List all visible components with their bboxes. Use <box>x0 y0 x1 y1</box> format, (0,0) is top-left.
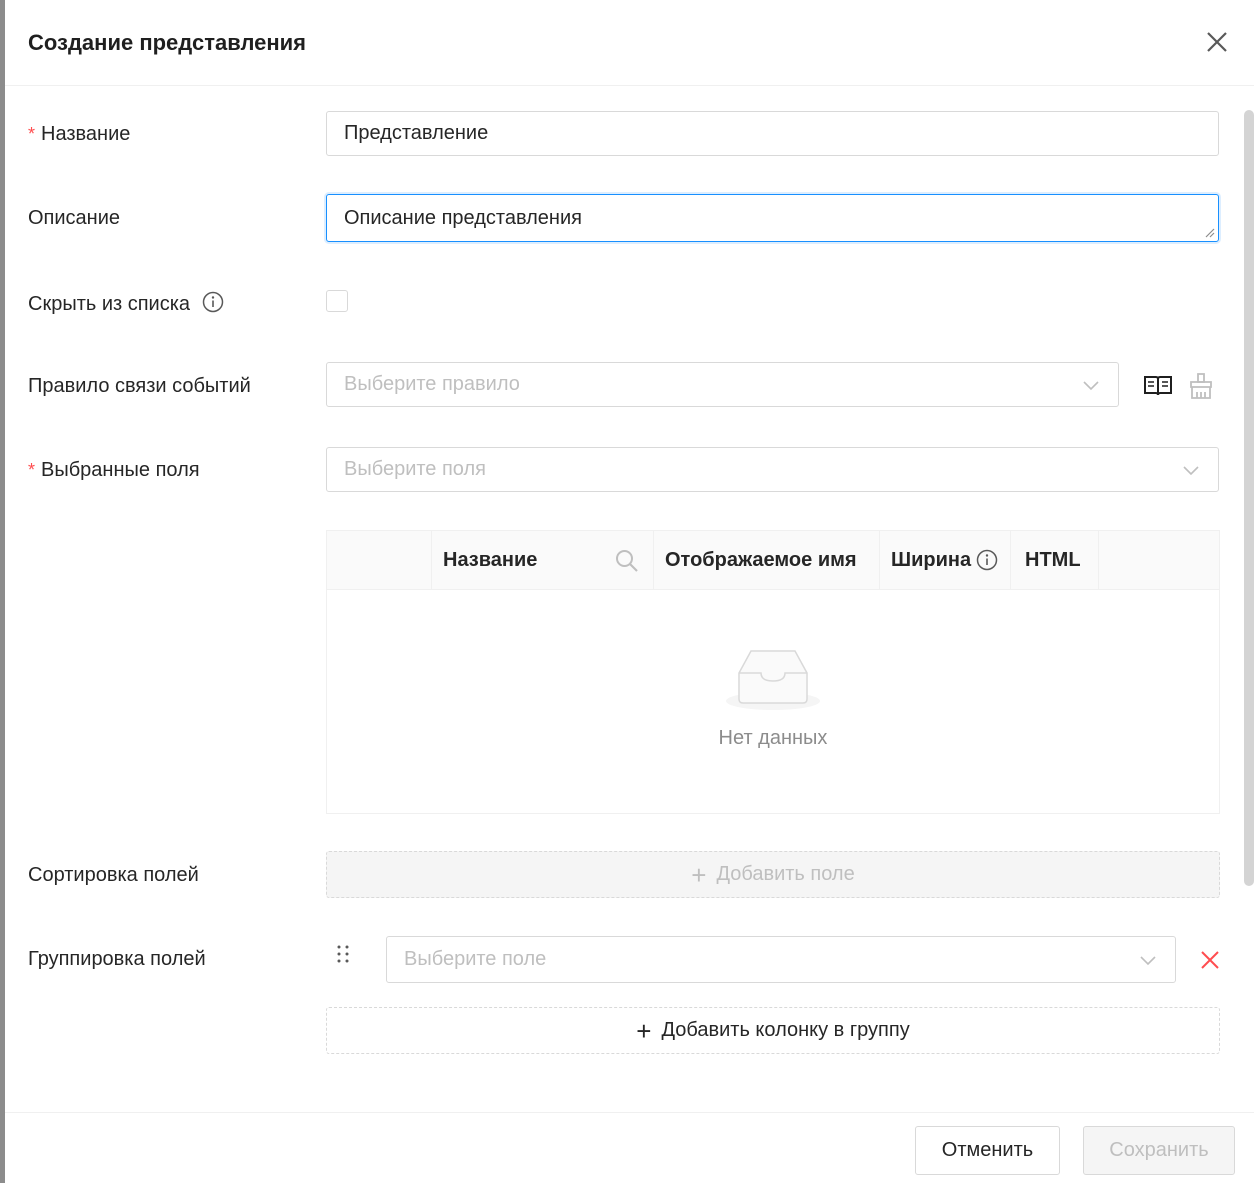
fields-table: Название Отображаемое имя Ширина HTML Не… <box>326 530 1220 814</box>
info-icon[interactable] <box>202 291 224 313</box>
chevron-down-icon <box>1083 381 1099 391</box>
cancel-button[interactable]: Отменить <box>915 1126 1060 1175</box>
modal-title: Создание представления <box>28 30 307 55</box>
add-group-column-button[interactable]: + Добавить колонку в группу <box>326 1007 1220 1054</box>
empty-text: Нет данных <box>718 727 828 749</box>
modal-scrollbar[interactable] <box>1244 110 1254 886</box>
create-view-modal: Создание представления * Название Предста… <box>5 0 1254 1183</box>
column-header-display-name: Отображаемое имя <box>665 548 857 571</box>
selected-fields-select[interactable]: Выберите поля <box>326 447 1219 492</box>
close-icon[interactable] <box>1203 28 1231 56</box>
broom-icon[interactable] <box>1186 371 1216 401</box>
event-rule-select[interactable]: Выберите правило <box>326 362 1119 407</box>
add-sort-field-button[interactable]: + Добавить поле <box>326 851 1220 898</box>
event-rule-label: Правило связи событий <box>28 375 251 397</box>
sort-label: Сортировка полей <box>28 864 199 886</box>
table-header: Название Отображаемое имя Ширина HTML <box>327 531 1219 590</box>
modal-footer: Отменить Сохранить <box>5 1112 1254 1184</box>
column-header-html: HTML <box>1025 548 1081 571</box>
required-mark: * <box>28 460 36 480</box>
chevron-down-icon <box>1140 956 1156 966</box>
plus-icon: + <box>636 1015 652 1046</box>
book-icon[interactable] <box>1143 371 1173 401</box>
plus-icon: + <box>691 859 707 890</box>
description-label: Описание <box>28 207 121 229</box>
save-button[interactable]: Сохранить <box>1083 1126 1235 1175</box>
info-icon[interactable] <box>976 549 998 571</box>
name-input[interactable]: Представление <box>326 111 1219 156</box>
column-header-width: Ширина <box>879 531 1010 589</box>
drag-handle-icon[interactable] <box>335 944 351 964</box>
resize-handle-icon[interactable] <box>1205 228 1215 238</box>
chevron-down-icon <box>1183 466 1199 476</box>
description-textarea[interactable]: Описание представления <box>326 194 1219 242</box>
table-empty-state: Нет данных <box>327 589 1219 813</box>
modal-header: Создание представления <box>5 0 1254 86</box>
search-icon[interactable] <box>614 548 640 574</box>
required-mark: * <box>28 124 36 144</box>
name-label: * Название <box>28 123 131 145</box>
hide-label: Скрыть из списка <box>28 291 224 316</box>
empty-inbox-icon <box>726 650 820 710</box>
delete-icon[interactable] <box>1199 949 1221 971</box>
group-field-select[interactable]: Выберите поле <box>386 936 1176 983</box>
hide-checkbox[interactable] <box>326 290 348 312</box>
group-label: Группировка полей <box>28 948 206 970</box>
selected-fields-label: * Выбранные поля <box>28 459 200 481</box>
